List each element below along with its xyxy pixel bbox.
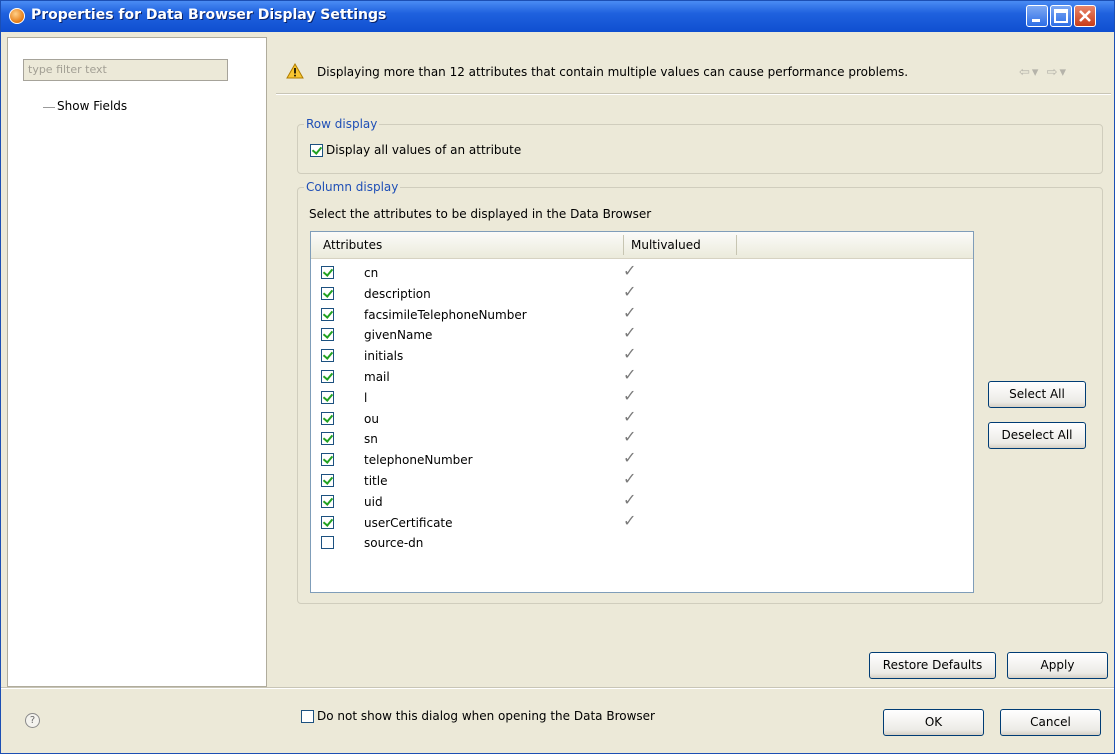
attribute-name: givenName	[364, 328, 433, 343]
attributes-table: Attributes Multivalued cn ✓ description ✓ fa…	[310, 231, 974, 593]
display-all-values-checkbox[interactable]	[310, 144, 323, 157]
attribute-name: l	[364, 390, 368, 405]
attribute-checkbox[interactable]	[321, 536, 334, 550]
attribute-checkbox[interactable]	[321, 515, 334, 529]
attribute-name: uid	[364, 494, 383, 509]
attribute-checkbox[interactable]	[321, 286, 334, 300]
select-all-button[interactable]: Select All	[988, 381, 1086, 408]
attribute-checkbox[interactable]	[321, 328, 334, 342]
attribute-name: telephoneNumber	[364, 453, 473, 468]
attribute-checkbox[interactable]	[321, 432, 334, 446]
table-row[interactable]: ou ✓	[311, 406, 971, 429]
multivalued-check-icon: ✓	[623, 406, 637, 426]
deselect-all-button[interactable]: Deselect All	[988, 422, 1086, 449]
footer-separator	[1, 687, 1114, 689]
multivalued-check-icon: ✓	[623, 365, 637, 384]
attribute-checkbox[interactable]	[321, 411, 334, 425]
attribute-checkbox[interactable]	[321, 494, 334, 508]
column-header-attributes[interactable]: Attributes	[323, 238, 382, 252]
ok-button[interactable]: OK	[883, 709, 984, 736]
column-display-instruction: Select the attributes to be displayed in…	[309, 207, 652, 221]
column-header-multivalued[interactable]: Multivalued	[631, 238, 701, 252]
table-row[interactable]: title ✓	[311, 469, 971, 491]
table-row[interactable]: givenName ✓	[311, 323, 971, 345]
title-bar[interactable]: Properties for Data Browser Display Sett…	[1, 1, 1114, 32]
multivalued-check-icon: ✓	[623, 510, 637, 530]
table-row[interactable]: sn ✓	[311, 427, 971, 449]
close-icon	[1079, 10, 1091, 22]
table-row[interactable]: source-dn	[311, 532, 971, 553]
warning-message: Displaying more than 12 attributes that …	[317, 65, 909, 79]
app-icon	[9, 8, 25, 24]
multivalued-check-icon: ✓	[623, 344, 637, 364]
attribute-name: userCertificate	[364, 515, 453, 530]
maximize-icon	[1054, 9, 1068, 23]
close-button[interactable]	[1074, 5, 1096, 27]
attribute-checkbox[interactable]	[321, 370, 334, 383]
navigation-pane	[7, 37, 267, 687]
table-row[interactable]: cn ✓	[311, 261, 971, 283]
attribute-checkbox[interactable]	[321, 307, 334, 321]
table-row[interactable]: mail ✓	[311, 365, 971, 387]
attribute-name: ou	[364, 411, 379, 426]
minimize-icon	[1032, 19, 1040, 22]
multivalued-check-icon: ✓	[623, 469, 637, 488]
attribute-checkbox[interactable]	[321, 349, 334, 363]
window-title: Properties for Data Browser Display Sett…	[31, 7, 387, 23]
dont-show-label: Do not show this dialog when opening the…	[317, 709, 655, 723]
attribute-name: source-dn	[364, 536, 424, 551]
multivalued-check-icon: ✓	[623, 385, 637, 405]
table-row[interactable]: userCertificate ✓	[311, 510, 971, 533]
attribute-name: initials	[364, 349, 404, 364]
maximize-button[interactable]	[1050, 5, 1072, 27]
restore-defaults-button[interactable]: Restore Defaults	[869, 652, 996, 679]
table-header: Attributes Multivalued	[311, 232, 973, 259]
attribute-checkbox[interactable]	[321, 453, 334, 467]
header-separator	[276, 93, 1111, 95]
table-row[interactable]: description ✓	[311, 281, 971, 304]
attribute-name: description	[364, 286, 431, 301]
attribute-name: title	[364, 474, 388, 488]
table-row[interactable]: l ✓	[311, 385, 971, 408]
multivalued-check-icon: ✓	[623, 489, 637, 509]
attribute-checkbox[interactable]	[321, 474, 334, 487]
attribute-name: mail	[364, 370, 390, 384]
column-display-title: Column display	[304, 180, 401, 194]
apply-button[interactable]: Apply	[1007, 652, 1108, 679]
row-display-title: Row display	[304, 117, 380, 131]
attribute-checkbox[interactable]	[321, 390, 334, 404]
multivalued-check-icon: ✓	[623, 323, 637, 343]
tree-connector	[43, 107, 55, 108]
multivalued-check-icon: ✓	[623, 427, 637, 447]
attribute-checkbox[interactable]	[321, 266, 334, 279]
tree-item-show-fields[interactable]: Show Fields	[57, 99, 127, 113]
attribute-name: facsimileTelephoneNumber	[364, 307, 527, 322]
attribute-name: sn	[364, 432, 378, 447]
history-nav: ⇦▾ ⇨▾	[1019, 65, 1068, 80]
dont-show-checkbox[interactable]	[301, 710, 314, 723]
forward-arrow-icon[interactable]: ⇨▾	[1047, 65, 1068, 80]
warning-icon	[286, 63, 304, 79]
table-row[interactable]: telephoneNumber ✓	[311, 448, 971, 470]
help-icon[interactable]: ?	[25, 713, 40, 728]
multivalued-check-icon: ✓	[623, 261, 637, 280]
filter-input[interactable]: type filter text	[23, 59, 228, 81]
cancel-button[interactable]: Cancel	[1000, 709, 1101, 736]
column-divider[interactable]	[623, 235, 624, 255]
minimize-button[interactable]	[1026, 5, 1048, 27]
multivalued-check-icon: ✓	[623, 281, 637, 301]
column-divider[interactable]	[736, 235, 737, 255]
properties-dialog: Properties for Data Browser Display Sett…	[0, 0, 1115, 754]
table-row[interactable]: initials ✓	[311, 344, 971, 366]
multivalued-check-icon: ✓	[623, 448, 637, 468]
display-all-values-label: Display all values of an attribute	[326, 143, 522, 157]
multivalued-check-icon: ✓	[623, 302, 637, 322]
table-row[interactable]: facsimileTelephoneNumber ✓	[311, 302, 971, 325]
back-arrow-icon[interactable]: ⇦▾	[1019, 65, 1040, 80]
attribute-name: cn	[364, 266, 379, 280]
table-row[interactable]: uid ✓	[311, 489, 971, 512]
